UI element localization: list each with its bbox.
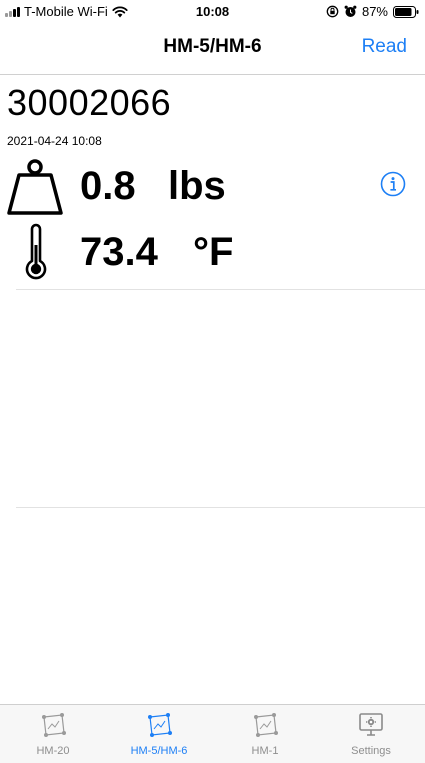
status-right: 87%	[326, 4, 419, 19]
device-map-icon	[148, 713, 172, 737]
reading-divider	[16, 289, 425, 290]
battery-icon	[393, 5, 419, 18]
weight-icon	[7, 159, 63, 215]
list-divider	[16, 507, 425, 508]
device-map-icon	[254, 713, 278, 737]
navigation-bar: HM-5/HM-6 Read	[0, 24, 425, 75]
weight-unit: lbs	[168, 164, 226, 208]
settings-monitor-icon	[359, 713, 383, 736]
tab-label: HM-1	[251, 745, 279, 757]
alarm-icon	[344, 5, 357, 17]
reading-timestamp: 2021-04-24 10:08	[7, 134, 102, 148]
tab-hm-1[interactable]: HM-1	[212, 705, 318, 763]
tab-hm-20[interactable]: HM-20	[0, 705, 106, 763]
weight-value: 0.8	[80, 164, 136, 208]
read-button[interactable]: Read	[362, 36, 407, 58]
tab-label: HM-5/HM-6	[130, 745, 188, 757]
app-screen: T-Mobile Wi-Fi 10:08 87% HM-5/HM-6 Read …	[0, 0, 425, 763]
temperature-unit: °F	[193, 230, 234, 274]
tab-bar: HM-20 HM-5/HM-6 HM-1 Settings	[0, 704, 425, 763]
info-icon[interactable]	[380, 171, 406, 197]
device-id: 30002066	[7, 82, 172, 123]
device-map-icon	[42, 713, 66, 737]
tab-settings[interactable]: Settings	[318, 705, 424, 763]
tab-label: Settings	[351, 745, 391, 757]
rotation-lock-icon	[326, 5, 339, 18]
thermometer-icon	[25, 223, 47, 280]
tab-label: HM-20	[36, 745, 70, 757]
temperature-value: 73.4	[80, 230, 158, 274]
status-bar: T-Mobile Wi-Fi 10:08 87%	[0, 0, 425, 24]
tab-hm-5-hm-6[interactable]: HM-5/HM-6	[106, 705, 212, 763]
battery-percent: 87%	[361, 4, 388, 19]
